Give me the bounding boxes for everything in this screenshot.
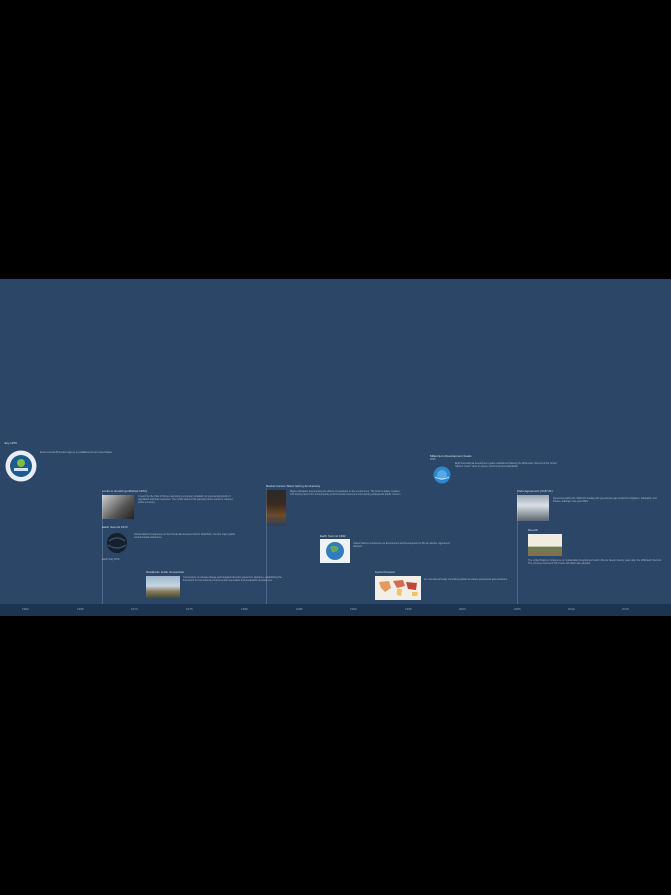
connector-line xyxy=(266,488,267,604)
event-photo xyxy=(146,576,180,598)
event-desc: United Nations Conference on Environment… xyxy=(353,542,450,549)
connector-line xyxy=(102,493,103,604)
event-desc: United Nations Conference on the Human E… xyxy=(134,533,235,540)
epa-seal-icon xyxy=(5,450,37,482)
event-title: July 1970 xyxy=(4,441,17,445)
axis-tick: 1970 xyxy=(131,607,138,611)
axis-tick: 1990 xyxy=(350,607,357,611)
event-photo xyxy=(517,495,549,521)
axis-tick: 2015 xyxy=(622,607,629,611)
axis-tick: 1980 xyxy=(241,607,248,611)
event-title: Kyoto Protocol xyxy=(375,570,395,574)
event-desc: Conventions on climate change and biolog… xyxy=(183,576,282,583)
event-rio-20[interactable]: Rio+20 The United Nations Conference on … xyxy=(528,528,668,598)
event-title: Rio+20 xyxy=(528,528,538,532)
axis-tick: 2000 xyxy=(459,607,466,611)
earth-summit-logo-icon xyxy=(320,539,350,563)
axis-tick: 1995 xyxy=(405,607,412,611)
event-epa[interactable]: July 1970 Environmental Protection Agenc… xyxy=(4,441,144,482)
event-title: Millennium Development Goals xyxy=(430,454,472,458)
axis-tick: 2005 xyxy=(514,607,521,611)
connector-line xyxy=(517,493,518,604)
event-desc: Agreement within the UNFCCC dealing with… xyxy=(553,497,657,504)
book-cover xyxy=(266,490,286,526)
event-title: Earth Summit 1992 xyxy=(320,534,346,538)
event-earth-summit-1972[interactable]: Earth Summit 1972 United Nations Confere… xyxy=(102,525,242,563)
event-desc: An international treaty committing parti… xyxy=(424,578,508,581)
event-desc: Environmental Protection Agency is estab… xyxy=(40,451,112,454)
globe-hands-icon xyxy=(103,531,131,555)
event-limits-to-growth[interactable]: Limits to Growth (published 1972) A repo… xyxy=(102,489,242,523)
timeline-canvas[interactable]: July 1970 Environmental Protection Agenc… xyxy=(0,279,671,616)
axis-tick: 1985 xyxy=(296,607,303,611)
time-axis[interactable]: 1960 1965 1970 1975 1980 1985 1990 1995 … xyxy=(0,604,671,616)
event-title: Stockholm & Rio Convention xyxy=(146,570,185,574)
axis-tick: 1975 xyxy=(186,607,193,611)
event-subtitle: 2000 xyxy=(430,458,436,461)
event-photo xyxy=(528,534,562,556)
event-photo xyxy=(102,495,134,519)
event-title: Rachel Carson Silent Spring Anniversary xyxy=(266,484,321,488)
event-paris[interactable]: Paris Agreement (COP 21) Agreement withi… xyxy=(517,489,667,523)
event-title: Paris Agreement (COP 21) xyxy=(517,489,553,493)
event-desc: Eight international development goals es… xyxy=(455,462,557,469)
world-map-image xyxy=(375,576,421,600)
event-stockholm-rio[interactable]: Stockholm & Rio Convention Conventions o… xyxy=(146,570,286,600)
event-title: Limits to Growth (published 1972) xyxy=(102,489,147,493)
event-kyoto[interactable]: Kyoto Protocol An international treaty c… xyxy=(375,570,515,600)
water-drop-icon xyxy=(432,465,452,485)
event-subtitle: Earth Day 1970 xyxy=(102,558,120,561)
event-desc: The United Nations Conference on Sustain… xyxy=(528,559,662,566)
event-earth-summit-1992[interactable]: Earth Summit 1992 United Nations Confere… xyxy=(320,534,460,566)
event-silent-spring[interactable]: Rachel Carson Silent Spring Anniversary … xyxy=(266,484,406,532)
axis-tick: 1965 xyxy=(77,607,84,611)
axis-tick: 1960 xyxy=(22,607,29,611)
event-desc: Major publication documenting the effect… xyxy=(290,490,401,497)
event-desc: A report by the Club of Rome examining a… xyxy=(138,495,233,505)
event-title: Earth Summit 1972 xyxy=(102,525,128,529)
axis-tick: 2010 xyxy=(568,607,575,611)
event-mdgs[interactable]: Millennium Development Goals 2000 Eight … xyxy=(430,454,570,490)
